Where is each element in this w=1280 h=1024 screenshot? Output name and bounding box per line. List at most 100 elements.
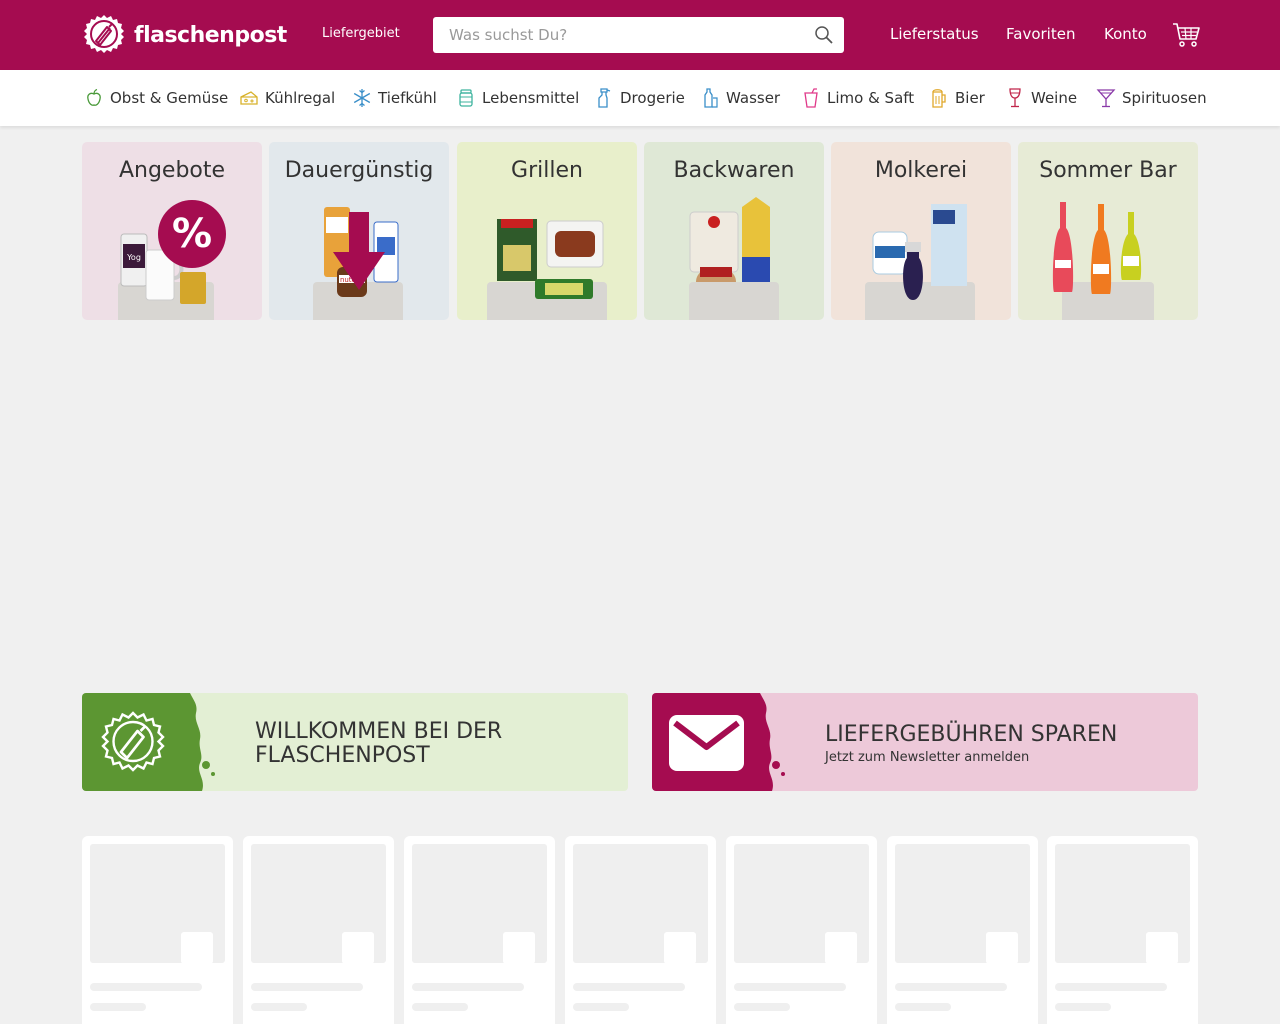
spray-bottle-icon — [598, 88, 611, 108]
tile-title: Grillen — [511, 158, 583, 183]
add-button-placeholder — [986, 932, 1018, 964]
product-title-placeholder — [251, 983, 363, 991]
top-header: flaschenpost Liefergebiet Lieferstatus F… — [0, 0, 1280, 70]
category-weine[interactable]: Weine — [1005, 88, 1077, 108]
search-icon[interactable] — [804, 17, 844, 53]
product-card-placeholder — [887, 836, 1038, 1024]
product-title-placeholder — [90, 983, 202, 991]
product-image-placeholder — [1055, 844, 1190, 964]
tile-molkerei[interactable]: Molkerei — [831, 142, 1011, 320]
product-card-placeholder — [82, 836, 233, 1024]
product-image-placeholder — [573, 844, 708, 964]
account-link[interactable]: Konto — [1104, 25, 1147, 43]
product-price-placeholder — [1055, 1003, 1111, 1011]
category-limo-saft[interactable]: Limo & Saft — [801, 88, 914, 108]
product-card-placeholder — [565, 836, 716, 1024]
category-label: Obst & Gemüse — [110, 89, 229, 107]
wine-glass-icon — [1009, 88, 1021, 108]
tile-title: Sommer Bar — [1039, 158, 1177, 183]
product-image-placeholder — [90, 844, 225, 964]
add-button-placeholder — [503, 932, 535, 964]
category-spirituosen[interactable]: Spirituosen — [1096, 88, 1207, 108]
brand-logo[interactable]: flaschenpost — [82, 13, 287, 57]
discount-badge: % — [158, 200, 226, 268]
category-label: Weine — [1031, 89, 1078, 107]
shopping-cart-icon[interactable] — [1172, 22, 1200, 48]
category-label: Bier — [955, 89, 985, 107]
product-price-placeholder — [251, 1003, 307, 1011]
category-obst-gemuese[interactable]: Obst & Gemüse — [84, 88, 228, 108]
category-label: Wasser — [726, 89, 781, 107]
tile-title: Molkerei — [874, 158, 968, 183]
add-button-placeholder — [825, 932, 857, 964]
product-image-placeholder — [895, 844, 1030, 964]
cheese-icon — [240, 91, 258, 105]
newsletter-banner-subtitle: Jetzt zum Newsletter anmelden — [825, 750, 1030, 765]
welcome-banner-title-line2: FLASCHENPOST — [255, 743, 430, 768]
favorites-link[interactable]: Favoriten — [1006, 25, 1075, 43]
product-card-placeholder — [726, 836, 877, 1024]
product-image-placeholder — [251, 844, 386, 964]
tile-angebote[interactable]: Angebote Yog % — [82, 142, 262, 320]
jar-icon — [459, 89, 473, 107]
tile-dauerguenstig[interactable]: Dauergünstig nutella — [269, 142, 449, 320]
category-kuehlregal[interactable]: Kühlregal — [239, 88, 335, 108]
down-arrow-icon — [333, 212, 385, 290]
search-bar — [433, 17, 844, 53]
bottle-cap-icon — [101, 711, 165, 772]
brand-name: flaschenpost — [134, 22, 287, 48]
category-label: Tiefkühl — [378, 89, 437, 107]
category-label: Drogerie — [620, 89, 685, 107]
product-title-placeholder — [895, 983, 1007, 991]
tile-sommer-bar[interactable]: Sommer Bar — [1018, 142, 1198, 320]
add-button-placeholder — [664, 932, 696, 964]
tile-backwaren[interactable]: Backwaren — [644, 142, 824, 320]
add-button-placeholder — [342, 932, 374, 964]
search-input[interactable] — [433, 17, 804, 53]
beer-icon — [932, 89, 946, 108]
product-price-placeholder — [573, 1003, 629, 1011]
tile-title: Dauergünstig — [284, 158, 434, 183]
product-group-image — [872, 204, 967, 300]
product-price-placeholder — [895, 1003, 951, 1011]
category-tiefkuehl[interactable]: Tiefkühl — [352, 88, 437, 108]
delivery-area-link[interactable]: Liefergebiet — [322, 26, 400, 41]
product-title-placeholder — [1055, 983, 1167, 991]
product-image-placeholder — [734, 844, 869, 964]
percent-sign: % — [171, 211, 213, 257]
tile-grillen[interactable]: Grillen — [457, 142, 637, 320]
add-button-placeholder — [181, 932, 213, 964]
tile-title: Backwaren — [673, 158, 795, 183]
product-card-placeholder — [1047, 836, 1198, 1024]
category-bier[interactable]: Bier — [929, 88, 985, 108]
category-drogerie[interactable]: Drogerie — [594, 88, 685, 108]
category-label: Spirituosen — [1122, 89, 1207, 107]
bottle-cap-logo-icon — [84, 15, 124, 53]
category-nav: Obst & Gemüse Kühlregal Tiefkühl Lebensm… — [0, 70, 1280, 126]
add-button-placeholder — [1146, 932, 1178, 964]
cup-icon — [804, 88, 818, 108]
tile-title: Angebote — [118, 158, 226, 183]
svg-text:Yog: Yog — [126, 253, 141, 262]
product-group-image — [689, 197, 770, 282]
snowflake-icon — [353, 89, 371, 107]
product-title-placeholder — [412, 983, 524, 991]
apple-icon — [87, 88, 101, 106]
welcome-banner[interactable]: WILLKOMMEN BEI DER FLASCHENPOST — [82, 693, 628, 791]
welcome-banner-title-line1: WILLKOMMEN BEI DER — [255, 719, 503, 744]
category-lebensmittel[interactable]: Lebensmittel — [456, 88, 579, 108]
product-card-placeholder — [243, 836, 394, 1024]
delivery-status-link[interactable]: Lieferstatus — [890, 25, 979, 43]
product-image-placeholder — [412, 844, 547, 964]
product-group-image — [497, 219, 604, 299]
category-label: Limo & Saft — [827, 89, 915, 107]
product-group-image — [1052, 202, 1142, 294]
product-price-placeholder — [734, 1003, 790, 1011]
water-bottle-icon — [704, 88, 718, 108]
category-label: Lebensmittel — [482, 89, 580, 107]
product-title-placeholder — [734, 983, 846, 991]
cocktail-icon — [1096, 89, 1116, 108]
envelope-icon — [669, 715, 744, 771]
newsletter-banner[interactable]: LIEFERGEBÜHREN SPAREN Jetzt zum Newslett… — [652, 693, 1198, 791]
category-wasser[interactable]: Wasser — [700, 88, 780, 108]
